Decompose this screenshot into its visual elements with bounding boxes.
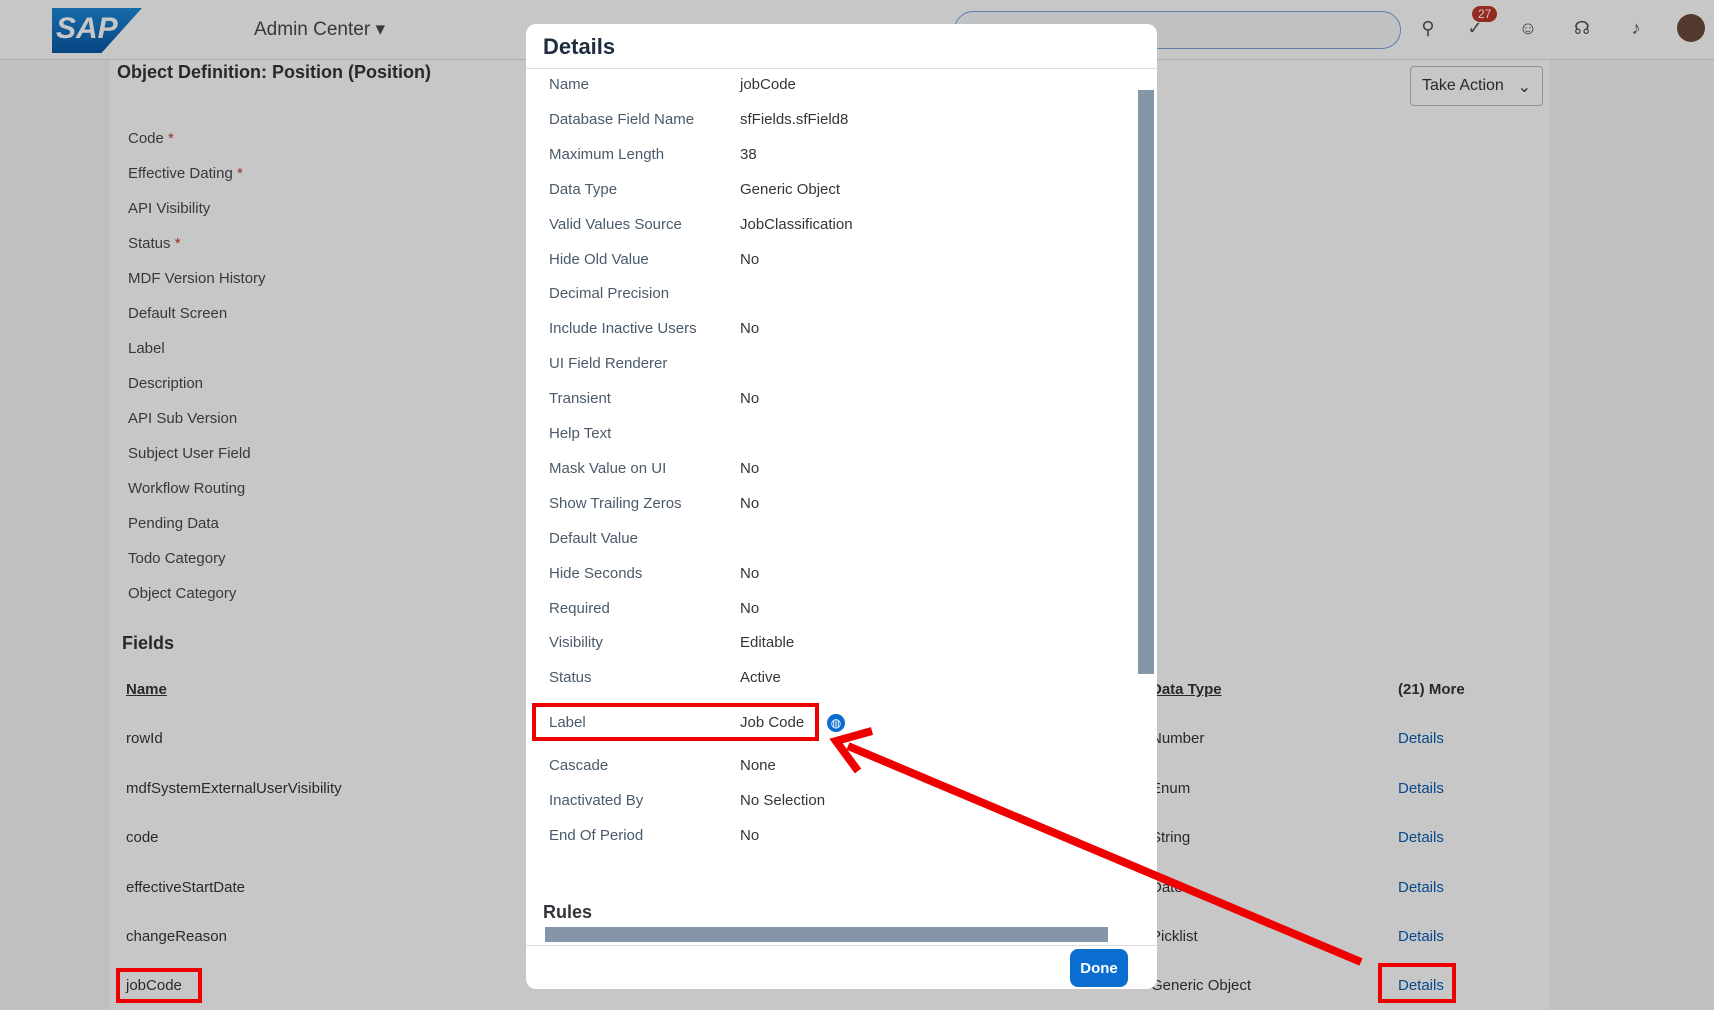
annotation-arrow — [829, 727, 1363, 966]
